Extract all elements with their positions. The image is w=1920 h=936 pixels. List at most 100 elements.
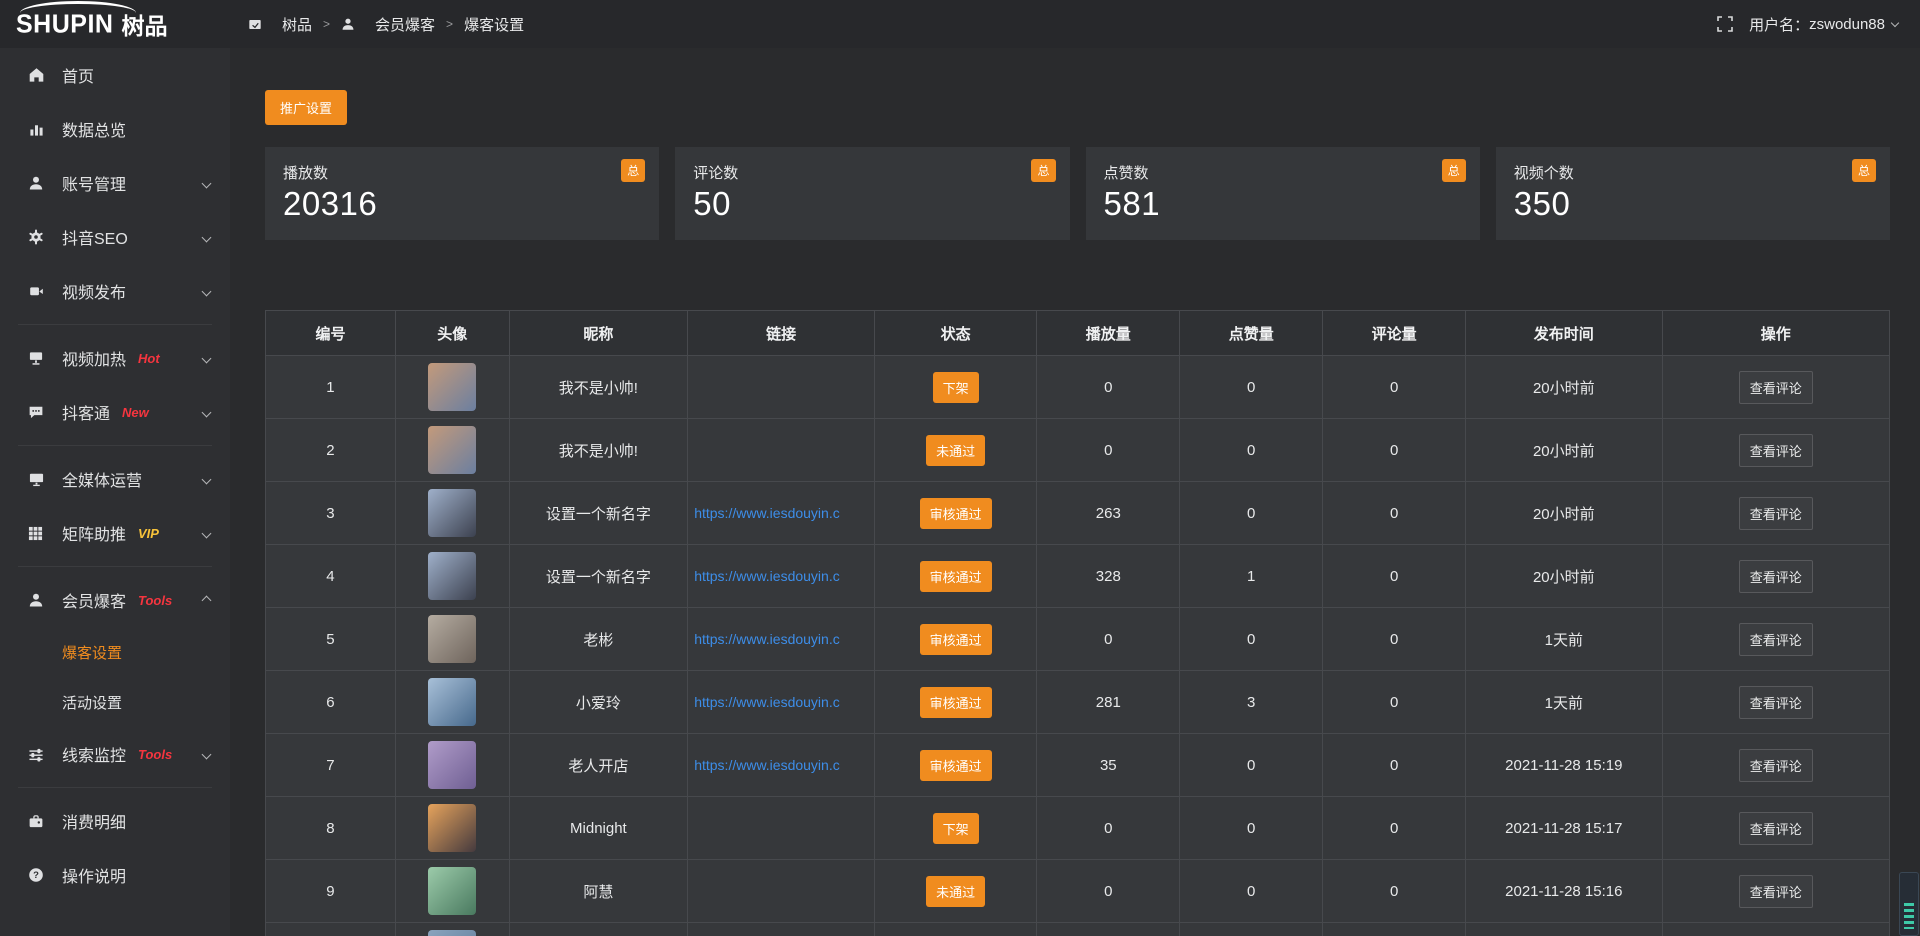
cell-link: [688, 797, 875, 860]
app-logo[interactable]: SHUPIN 树品: [0, 0, 230, 48]
videos-table: 编号 头像 昵称 链接 状态 播放量 点赞量 评论量 发布时间 操作 1 我不是…: [265, 310, 1890, 936]
chevron-down-icon: [202, 407, 212, 417]
cell-plays: 281: [1037, 671, 1180, 734]
cell-likes: 0: [1180, 356, 1323, 419]
video-link[interactable]: https://www.iesdouyin.c: [694, 757, 840, 773]
cell-link: [688, 860, 875, 923]
video-link[interactable]: https://www.iesdouyin.c: [694, 568, 840, 584]
sidebar-subitem-baoke-settings[interactable]: 爆客设置: [0, 627, 230, 677]
sidebar-item-data-overview[interactable]: 数据总览: [0, 102, 230, 156]
avatar: [428, 489, 476, 537]
cell-plays: 328: [1037, 545, 1180, 608]
user-menu[interactable]: 用户名： zswodun88: [1749, 14, 1898, 35]
sidebar-item-lead-monitoring[interactable]: 线索监控 Tools: [0, 727, 230, 781]
cell-action: 查看评论: [1662, 545, 1889, 608]
cell-nickname: 设置一个新名字: [509, 482, 688, 545]
cell-plays: 263: [1037, 482, 1180, 545]
view-comments-button[interactable]: 查看评论: [1739, 623, 1813, 656]
video-link[interactable]: https://www.iesdouyin.c: [694, 694, 840, 710]
sidebar-item-label: 线索监控: [62, 742, 126, 766]
cell-action: [1662, 923, 1889, 936]
stat-label: 评论数: [693, 162, 1051, 183]
sidebar-item-label: 消费明细: [62, 809, 126, 833]
avatar: [428, 426, 476, 474]
cell-time: 20小时前: [1466, 419, 1663, 482]
sidebar-item-account-management[interactable]: 账号管理: [0, 156, 230, 210]
cell-id: 6: [266, 671, 396, 734]
view-comments-button[interactable]: 查看评论: [1739, 497, 1813, 530]
sidebar-subitem-activity-settings[interactable]: 活动设置: [0, 677, 230, 727]
stat-value: 581: [1104, 185, 1462, 223]
sidebar-item-label: 矩阵助推: [62, 521, 126, 545]
header-nickname: 昵称: [509, 311, 688, 356]
sidebar-divider: [18, 787, 212, 788]
sidebar-item-douketong[interactable]: 抖客通 New: [0, 385, 230, 439]
chevron-down-icon: [202, 474, 212, 484]
status-badge: 审核通过: [920, 624, 992, 655]
fullscreen-icon[interactable]: [1717, 16, 1733, 32]
table-row: 8 Midnight 下架 0 0 0 2021-11-28 15:17 查看评…: [266, 797, 1890, 860]
view-comments-button[interactable]: 查看评论: [1739, 371, 1813, 404]
view-comments-button[interactable]: 查看评论: [1739, 875, 1813, 908]
cell-avatar: [395, 482, 509, 545]
cell-likes: 3: [1180, 671, 1323, 734]
avatar: [428, 363, 476, 411]
sidebar-item-video-publish[interactable]: 视频发布: [0, 264, 230, 318]
cell-likes: 0: [1180, 608, 1323, 671]
chevron-down-icon: [202, 353, 212, 363]
status-badge: 审核通过: [920, 498, 992, 529]
cell-nickname: 阿慧: [509, 860, 688, 923]
cell-status: 审核通过: [874, 608, 1036, 671]
comment-bubble-icon: [28, 405, 48, 420]
main-content: 推广设置 播放数 20316 总 评论数 50 总 点赞数 581 总 视频个数…: [230, 48, 1920, 936]
view-comments-button[interactable]: 查看评论: [1739, 434, 1813, 467]
view-comments-button[interactable]: 查看评论: [1739, 686, 1813, 719]
cell-comments: 0: [1323, 545, 1466, 608]
cell-avatar: [395, 545, 509, 608]
gear-icon: [28, 229, 48, 245]
sidebar-item-label: 首页: [62, 63, 94, 87]
username-value: zswodun88: [1809, 16, 1885, 33]
cell-plays: 0: [1037, 860, 1180, 923]
cell-comments: 0: [1323, 860, 1466, 923]
sidebar-divider: [18, 445, 212, 446]
sidebar-item-member-baoke[interactable]: 会员爆客 Tools: [0, 573, 230, 627]
chevron-down-icon: [1891, 18, 1899, 26]
table-row: 4 设置一个新名字 https://www.iesdouyin.c 审核通过 3…: [266, 545, 1890, 608]
floating-widget[interactable]: [1899, 872, 1919, 936]
stat-label: 播放数: [283, 162, 641, 183]
video-link[interactable]: https://www.iesdouyin.c: [694, 505, 840, 521]
breadcrumb-item-shupin[interactable]: 树品: [248, 14, 312, 35]
cell-comments: 0: [1323, 608, 1466, 671]
view-comments-button[interactable]: 查看评论: [1739, 812, 1813, 845]
breadcrumb-label: 树品: [282, 14, 312, 35]
cell-link: https://www.iesdouyin.c: [688, 608, 875, 671]
sidebar-item-consumption-details[interactable]: 消费明细: [0, 794, 230, 848]
cell-link: https://www.iesdouyin.c: [688, 482, 875, 545]
cell-time: 2021-11-28 15:17: [1466, 797, 1663, 860]
cell-plays: 0: [1037, 608, 1180, 671]
breadcrumb-label: 爆客设置: [464, 14, 524, 35]
sidebar-item-video-heating[interactable]: 视频加热 Hot: [0, 331, 230, 385]
user-icon: [341, 17, 355, 31]
view-comments-button[interactable]: 查看评论: [1739, 749, 1813, 782]
breadcrumb-item-member[interactable]: 会员爆客: [341, 14, 435, 35]
cell-comments: 0: [1323, 356, 1466, 419]
stat-value: 50: [693, 185, 1051, 223]
sidebar-item-matrix-boost[interactable]: 矩阵助推 VIP: [0, 506, 230, 560]
sidebar-item-home[interactable]: 首页: [0, 48, 230, 102]
sidebar-item-instructions[interactable]: ? 操作说明: [0, 848, 230, 902]
view-comments-button[interactable]: 查看评论: [1739, 560, 1813, 593]
status-badge: 下架: [933, 372, 979, 403]
cell-id: 7: [266, 734, 396, 797]
stat-card-plays: 播放数 20316 总: [265, 147, 659, 240]
sidebar-item-label: 会员爆客: [62, 588, 126, 612]
sidebar-item-douyin-seo[interactable]: 抖音SEO: [0, 210, 230, 264]
promotion-settings-button[interactable]: 推广设置: [265, 90, 347, 125]
table-row: 10: [266, 923, 1890, 936]
video-link[interactable]: https://www.iesdouyin.c: [694, 631, 840, 647]
cell-likes: 0: [1180, 734, 1323, 797]
sidebar-item-omni-media[interactable]: 全媒体运营: [0, 452, 230, 506]
cell-nickname: 老彬: [509, 608, 688, 671]
board-icon: [248, 18, 262, 31]
